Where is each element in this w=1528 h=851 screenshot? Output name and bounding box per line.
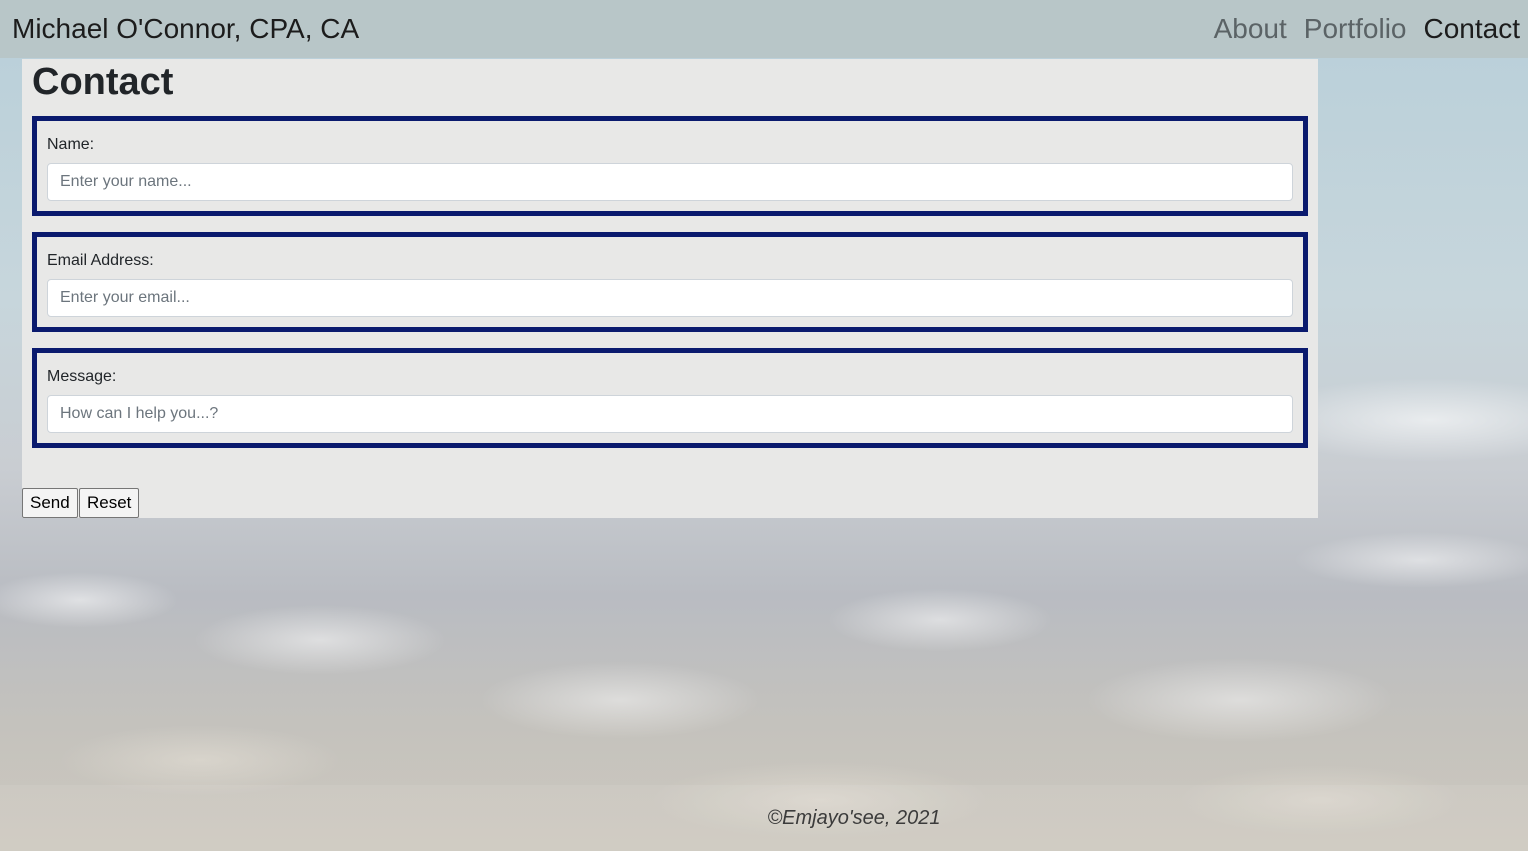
nav-link-portfolio[interactable]: Portfolio xyxy=(1304,13,1407,45)
nav-links: About Portfolio Contact xyxy=(1214,13,1520,45)
send-button[interactable]: Send xyxy=(22,488,78,518)
name-field-group: Name: xyxy=(32,116,1308,216)
copyright-text: ©Emjayo'see, 2021 xyxy=(767,806,941,829)
reset-button[interactable]: Reset xyxy=(79,488,140,518)
email-input[interactable] xyxy=(47,279,1293,317)
name-input[interactable] xyxy=(47,163,1293,201)
nav-link-about[interactable]: About xyxy=(1214,13,1287,45)
email-field-group: Email Address: xyxy=(32,232,1308,332)
message-field-group: Message: xyxy=(32,348,1308,448)
message-label: Message: xyxy=(47,368,117,385)
page-title: Contact xyxy=(32,61,174,103)
message-input[interactable] xyxy=(47,395,1293,433)
footer: ©Emjayo'see, 2021 xyxy=(0,785,1528,851)
navbar: Michael O'Connor, CPA, CA About Portfoli… xyxy=(0,0,1528,58)
brand-link[interactable]: Michael O'Connor, CPA, CA xyxy=(12,13,359,45)
email-label: Email Address: xyxy=(47,252,154,269)
contact-panel: Contact Name: Email Address: Message: Se… xyxy=(22,59,1318,518)
nav-link-contact[interactable]: Contact xyxy=(1424,13,1521,45)
name-label: Name: xyxy=(47,136,95,153)
